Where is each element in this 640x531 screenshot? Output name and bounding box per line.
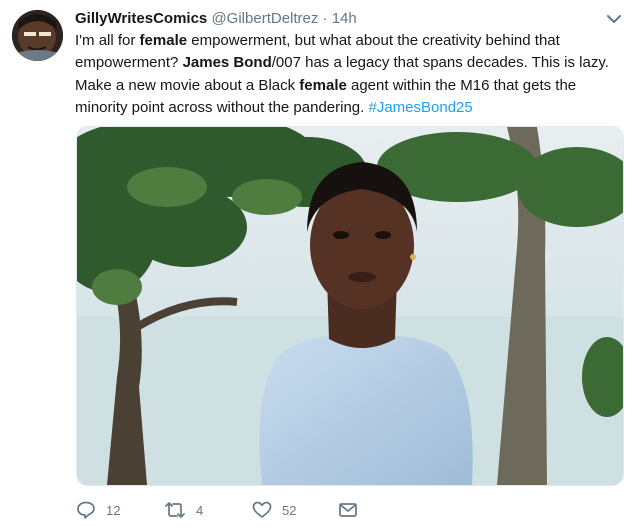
avatar[interactable] (12, 10, 63, 61)
text-part-1: I'm all for (75, 32, 140, 49)
author-handle[interactable]: @GilbertDeltrez (211, 10, 318, 27)
timestamp[interactable]: 14h (332, 10, 357, 27)
bold-female-2: female (299, 76, 347, 94)
avatar-image (12, 10, 63, 61)
heart-icon (252, 501, 272, 518)
reply-button[interactable]: 12 (76, 498, 120, 522)
like-count: 52 (282, 502, 297, 518)
tweet-actions: 12 4 52 (76, 498, 496, 522)
chevron-down-icon[interactable] (606, 12, 622, 24)
photo-illustration (77, 127, 623, 485)
reply-icon (77, 501, 95, 519)
envelope-icon (339, 503, 357, 517)
tweet-text: I'm all for female empowerment, but what… (75, 30, 620, 120)
tweet: GillyWritesComics @GilbertDeltrez · 14h … (0, 0, 640, 531)
like-button[interactable]: 52 (252, 498, 296, 522)
retweet-count: 4 (196, 502, 204, 518)
tweet-photo[interactable] (76, 126, 624, 486)
tweet-header: GillyWritesComics @GilbertDeltrez · 14h (75, 9, 600, 29)
author-name[interactable]: GillyWritesComics (75, 10, 207, 27)
bold-james-bond: James Bond (182, 54, 272, 72)
reply-count: 12 (106, 502, 121, 518)
separator-dot: · (322, 10, 328, 27)
direct-message-button[interactable] (338, 498, 358, 522)
retweet-button[interactable]: 4 (164, 498, 203, 522)
bold-female-1: female (139, 32, 188, 49)
hashtag-link[interactable]: #JamesBond25 (369, 99, 473, 116)
retweet-icon (165, 502, 185, 518)
